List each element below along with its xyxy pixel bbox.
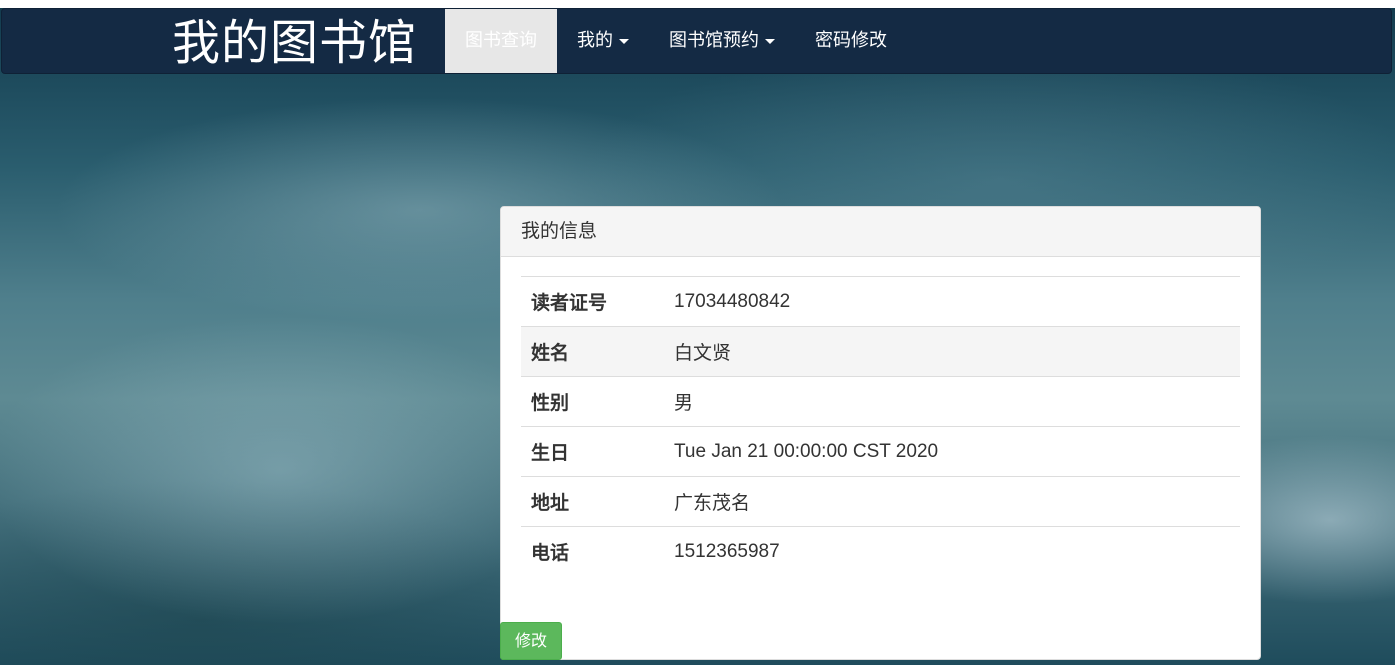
nav-menu: 图书查询 我的 图书馆预约 密码修改 bbox=[445, 9, 907, 73]
table-row: 电话 1512365987 bbox=[521, 526, 1240, 577]
edit-button[interactable]: 修改 bbox=[500, 622, 562, 660]
row-value-gender: 男 bbox=[674, 393, 694, 414]
top-border bbox=[0, 0, 1395, 8]
nav-item-label: 图书馆预约 bbox=[669, 30, 759, 51]
caret-down-icon bbox=[765, 38, 775, 44]
info-table: 读者证号 17034480842 姓名 白文贤 性别 男 生日 Tue Jan … bbox=[521, 276, 1240, 577]
caret-down-icon bbox=[619, 38, 629, 44]
row-value-phone: 1512365987 bbox=[674, 540, 780, 562]
row-label-address: 地址 bbox=[531, 492, 570, 514]
row-value-reader-id: 17034480842 bbox=[674, 290, 791, 312]
row-value-name: 白文贤 bbox=[674, 343, 732, 364]
row-label-birthday: 生日 bbox=[531, 442, 570, 464]
nav-item-library-reservation-dropdown[interactable]: 图书馆预约 bbox=[649, 9, 795, 73]
row-label-phone: 电话 bbox=[531, 542, 570, 565]
panel-title: 我的信息 bbox=[501, 207, 1260, 257]
row-value-birthday: Tue Jan 21 00:00:00 CST 2020 bbox=[674, 440, 939, 462]
nav-item-label: 图书查询 bbox=[465, 30, 537, 51]
nav-item-change-password[interactable]: 密码修改 bbox=[795, 9, 907, 73]
nav-item-label: 我的 bbox=[577, 30, 613, 51]
table-row: 生日 Tue Jan 21 00:00:00 CST 2020 bbox=[521, 426, 1240, 477]
brand-title[interactable]: 我的图书馆 bbox=[172, 17, 417, 69]
table-row: 姓名 白文贤 bbox=[521, 326, 1240, 377]
row-label-gender: 性别 bbox=[531, 392, 570, 414]
my-info-panel: 我的信息 读者证号 17034480842 姓名 白文贤 性别 男 生日 Tue… bbox=[500, 206, 1261, 660]
row-label-name: 姓名 bbox=[531, 342, 570, 364]
nav-item-book-search[interactable]: 图书查询 bbox=[445, 9, 557, 73]
nav-item-mine-dropdown[interactable]: 我的 bbox=[557, 9, 649, 73]
table-row: 地址 广东茂名 bbox=[521, 476, 1240, 527]
row-value-address: 广东茂名 bbox=[674, 493, 751, 514]
navbar: 我的图书馆 图书查询 我的 图书馆预约 密码修改 bbox=[1, 8, 1392, 74]
table-row: 性别 男 bbox=[521, 376, 1240, 427]
nav-item-label: 密码修改 bbox=[815, 30, 887, 51]
row-label-reader-id: 读者证号 bbox=[531, 292, 608, 314]
table-row: 读者证号 17034480842 bbox=[521, 276, 1240, 327]
